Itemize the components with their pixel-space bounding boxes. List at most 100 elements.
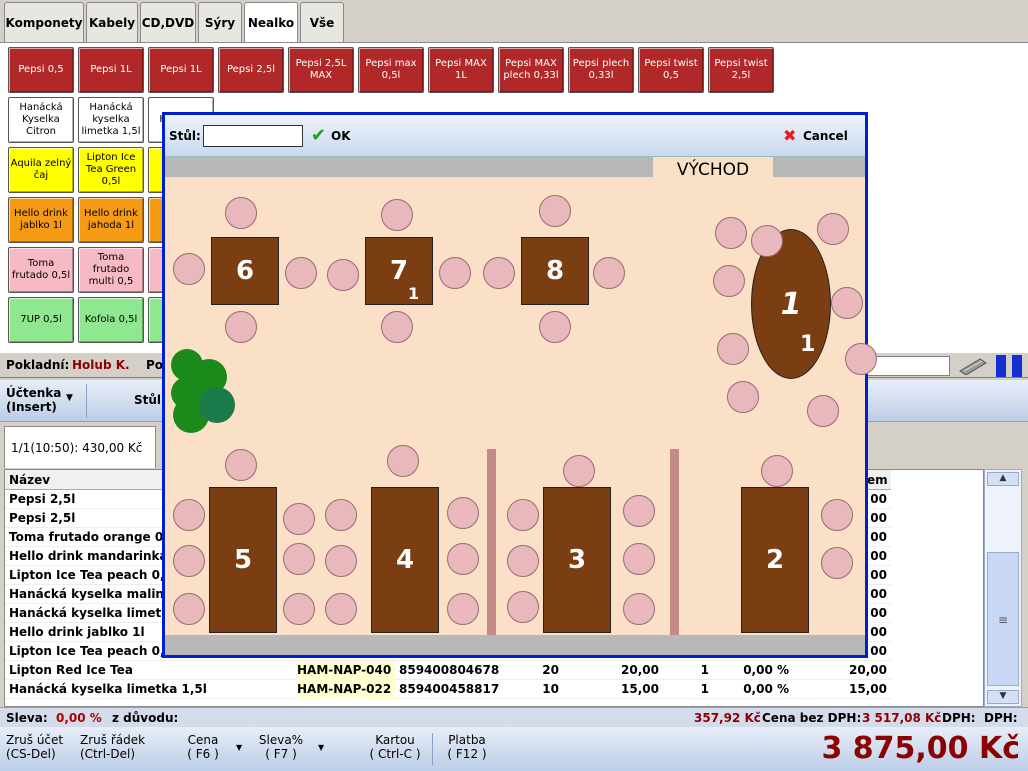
table-row[interactable]: Lipton Red Ice Tea HAM-NAP-040 85940080467… (5, 661, 891, 680)
table-button[interactable]: Stůl (134, 393, 161, 407)
bottom-action-bar: Zruš účet (CS-Del) Zruš řádek (Ctrl-Del)… (0, 727, 1028, 771)
seat (483, 257, 515, 289)
seat (325, 545, 357, 577)
card-button[interactable]: Kartou ( Ctrl-C ) (360, 733, 430, 761)
product-button[interactable]: Pepsi 2,5L MAX (288, 47, 354, 93)
indicator-icon (996, 355, 1006, 377)
seat (761, 455, 793, 487)
check-icon: ✔ (311, 125, 327, 146)
product-button[interactable]: Pepsi MAX 1L (428, 47, 494, 93)
reason-label: z důvodu: (112, 711, 179, 725)
product-button[interactable]: 7UP 0,5l (8, 297, 74, 343)
seat (623, 495, 655, 527)
product-button[interactable]: Pepsi twist 2,5l (708, 47, 774, 93)
row-qty: 20 (542, 663, 559, 677)
table-8[interactable]: 8 (521, 237, 589, 305)
tab-cd-dvd[interactable]: CD,DVD (140, 2, 196, 42)
price-button[interactable]: Cena ( F6 ) (178, 733, 228, 761)
table-row[interactable]: Hanácká kyselka limetka 1,5l HAM-NAP-022 8… (5, 680, 891, 699)
product-button[interactable]: Hello drink jablko 1l (8, 197, 74, 243)
info-field[interactable] (866, 356, 950, 376)
scroll-up-icon[interactable]: ▲ (987, 472, 1019, 486)
order-tab[interactable]: 1/1(10:50): 430,00 Kč (4, 426, 156, 468)
seat (623, 543, 655, 575)
product-button[interactable]: Hanácká kyselka limetka 1,5l (78, 97, 144, 143)
seat (717, 333, 749, 365)
product-button[interactable]: Pepsi 1L (78, 47, 144, 93)
row-code: HAM-NAP-022 (297, 680, 395, 699)
product-button[interactable]: Pepsi 0,5 (8, 47, 74, 93)
product-button[interactable]: Toma frutado multi 0,5 (78, 247, 144, 293)
info-label: Po (146, 358, 164, 372)
seat (507, 499, 539, 531)
seat (381, 311, 413, 343)
seat (713, 265, 745, 297)
seat (283, 543, 315, 575)
row-name: Hanácká kyselka limetka 1,5l (9, 682, 207, 696)
payment-button[interactable]: Platba ( F12 ) (442, 733, 492, 761)
seat (821, 547, 853, 579)
scrollbar[interactable]: ▲ ≡ ▼ (984, 469, 1022, 707)
scanner-icon (958, 357, 988, 376)
table-occupancy: 1 (408, 284, 420, 303)
row-n: 1 (700, 682, 709, 696)
cancel-button[interactable]: Cancel (803, 129, 848, 143)
seat (439, 257, 471, 289)
seat (539, 311, 571, 343)
table-5[interactable]: 5 (209, 487, 277, 633)
product-button[interactable]: Kofola 0,5l (78, 297, 144, 343)
seat (225, 449, 257, 481)
table-2[interactable]: 2 (741, 487, 809, 633)
seat (225, 197, 257, 229)
row-ean: 859400804678 (399, 663, 499, 677)
tab-kabely[interactable]: Kabely (86, 2, 138, 42)
row-n: 1 (700, 663, 709, 677)
table-field-label: Stůl: (169, 129, 201, 143)
seat (173, 499, 205, 531)
indicator-icon (1012, 355, 1022, 377)
product-button[interactable]: Pepsi 2,5l (218, 47, 284, 93)
table-occupancy: 1 (800, 332, 816, 357)
row-total: 20,00 (849, 663, 887, 677)
table-number-input[interactable] (203, 125, 303, 147)
category-tabs: Komponety Kabely CD,DVD Sýry Nealko Vše (0, 0, 1028, 43)
product-button[interactable]: Pepsi max 0,5l (358, 47, 424, 93)
product-button[interactable]: Toma frutado 0,5l (8, 247, 74, 293)
table-3[interactable]: 3 (543, 487, 611, 633)
table-4[interactable]: 4 (371, 487, 439, 633)
cancel-receipt-button[interactable]: Zruš účet (CS-Del) (6, 733, 72, 761)
product-button[interactable]: Pepsi plech 0,33l (568, 47, 634, 93)
grand-total: 3 875,00 Kč (821, 731, 1020, 766)
seat (507, 591, 539, 623)
product-button[interactable]: Pepsi MAX plech 0,33l (498, 47, 564, 93)
table-7[interactable]: 71 (365, 237, 433, 305)
table-select-dialog: Stůl: ✔ OK ✖ Cancel VÝCHOD 6 71 8 11 5 4… (162, 112, 877, 658)
product-button[interactable]: Pepsi twist 0,5 (638, 47, 704, 93)
divider (432, 733, 433, 765)
seat (283, 593, 315, 625)
discount-button[interactable]: Sleva% ( F7 ) (256, 733, 306, 761)
table-number: 5 (233, 545, 253, 575)
chevron-down-icon: ▼ (66, 393, 73, 403)
product-button[interactable]: Hanácká Kyselka Citron (8, 97, 74, 143)
seat (807, 395, 839, 427)
scroll-thumb[interactable]: ≡ (987, 552, 1019, 686)
table-number: 2 (765, 545, 785, 575)
tab-vse[interactable]: Vše (300, 2, 344, 42)
seat (283, 503, 315, 535)
tab-syry[interactable]: Sýry (198, 2, 242, 42)
delete-row-button[interactable]: Zruš řádek (Ctrl-Del) (80, 733, 156, 761)
table-number: 4 (395, 545, 415, 575)
table-6[interactable]: 6 (211, 237, 279, 305)
product-button[interactable]: Hello drink jahoda 1l (78, 197, 144, 243)
tab-komponenty[interactable]: Komponety (4, 2, 84, 42)
product-button[interactable]: Lipton Ice Tea Green 0,5l (78, 147, 144, 193)
tab-nealko[interactable]: Nealko (244, 2, 298, 43)
scroll-down-icon[interactable]: ▼ (987, 690, 1019, 704)
ok-button[interactable]: OK (331, 129, 351, 143)
product-button[interactable]: Aquila zelný čaj (8, 147, 74, 193)
product-button[interactable]: Pepsi 1L (148, 47, 214, 93)
row-name: Lipton Red Ice Tea (9, 663, 133, 677)
row-qty: 10 (542, 682, 559, 696)
seat (831, 287, 863, 319)
